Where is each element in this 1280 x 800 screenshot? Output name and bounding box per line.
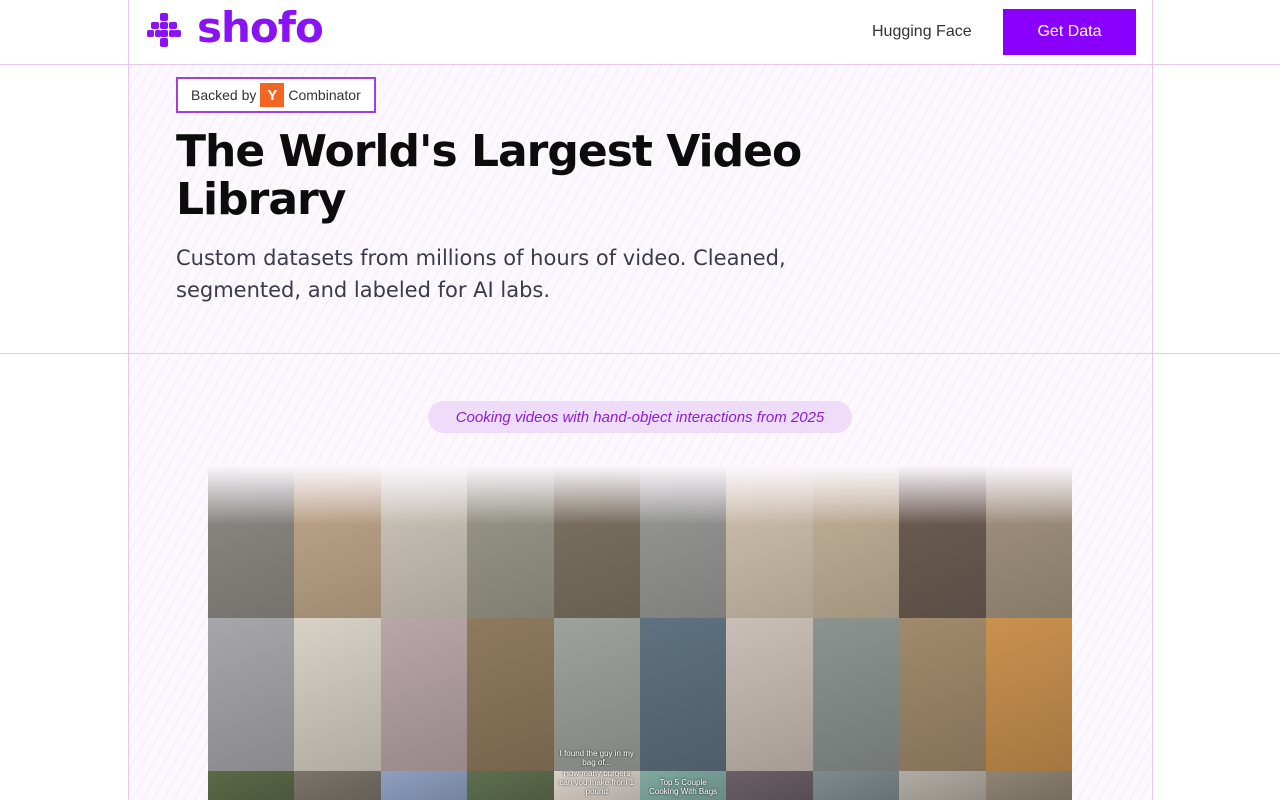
video-thumbnail[interactable] bbox=[985, 771, 1072, 800]
video-thumbnail[interactable] bbox=[208, 465, 295, 618]
thumbnail-caption: I found the guy in my bag of... bbox=[559, 749, 634, 767]
video-thumbnail[interactable] bbox=[726, 618, 813, 771]
video-thumbnail[interactable] bbox=[208, 618, 295, 771]
video-thumbnail[interactable] bbox=[380, 771, 468, 800]
video-thumbnail[interactable] bbox=[294, 618, 381, 771]
badge-suffix: Combinator bbox=[288, 87, 361, 103]
thumbnail-caption: How many burgers can you make from 1 pou… bbox=[559, 771, 635, 796]
video-thumbnail[interactable] bbox=[726, 771, 813, 800]
video-thumbnail[interactable] bbox=[467, 465, 554, 618]
video-thumbnail[interactable] bbox=[812, 465, 900, 618]
get-data-button[interactable]: Get Data bbox=[1003, 9, 1136, 55]
video-thumbnail[interactable] bbox=[985, 618, 1072, 771]
video-thumbnail[interactable] bbox=[294, 465, 381, 618]
hero-subtitle: Custom datasets from millions of hours o… bbox=[176, 246, 786, 302]
video-thumbnail[interactable] bbox=[553, 465, 640, 618]
video-thumbnail[interactable] bbox=[380, 618, 468, 771]
nav-link-hugging-face[interactable]: Hugging Face bbox=[872, 23, 972, 41]
yc-logo-icon: Y bbox=[260, 83, 285, 107]
video-thumbnail[interactable] bbox=[985, 465, 1072, 618]
video-thumbnail[interactable] bbox=[899, 618, 986, 771]
shofo-grid-icon bbox=[147, 13, 181, 47]
video-thumbnail[interactable] bbox=[726, 465, 813, 618]
video-thumbnail[interactable] bbox=[294, 771, 381, 800]
yc-badge: Backed by Y Combinator bbox=[176, 77, 376, 113]
badge-prefix: Backed by bbox=[191, 87, 257, 103]
page-title: The World's Largest Video Library bbox=[176, 126, 802, 225]
video-thumbnail[interactable] bbox=[812, 771, 900, 800]
video-thumbnail[interactable] bbox=[812, 618, 900, 771]
video-thumbnail[interactable] bbox=[208, 771, 295, 800]
query-pill: Cooking videos with hand-object interact… bbox=[428, 401, 852, 433]
video-thumbnail[interactable]: How many burgers can you make from 1 pou… bbox=[553, 771, 640, 800]
video-grid: I found the guy in my bag of... How many … bbox=[208, 465, 1072, 800]
video-thumbnail[interactable]: I found the guy in my bag of... bbox=[553, 618, 640, 771]
video-thumbnail[interactable] bbox=[899, 771, 986, 800]
video-thumbnail[interactable] bbox=[639, 465, 727, 618]
video-thumbnail[interactable] bbox=[380, 465, 468, 618]
video-thumbnail[interactable] bbox=[467, 618, 554, 771]
video-thumbnail[interactable]: Top 5 Couple Cooking With Bags bbox=[639, 771, 727, 800]
video-thumbnail[interactable] bbox=[899, 465, 986, 618]
video-thumbnail[interactable] bbox=[639, 618, 727, 771]
thumbnail-caption: Top 5 Couple Cooking With Bags bbox=[649, 778, 718, 796]
logo-text: shofo bbox=[197, 3, 324, 52]
top-nav: shofo Hugging Face Get Data bbox=[0, 0, 1280, 65]
video-thumbnail[interactable] bbox=[467, 771, 554, 800]
logo-link[interactable]: shofo bbox=[147, 6, 324, 50]
